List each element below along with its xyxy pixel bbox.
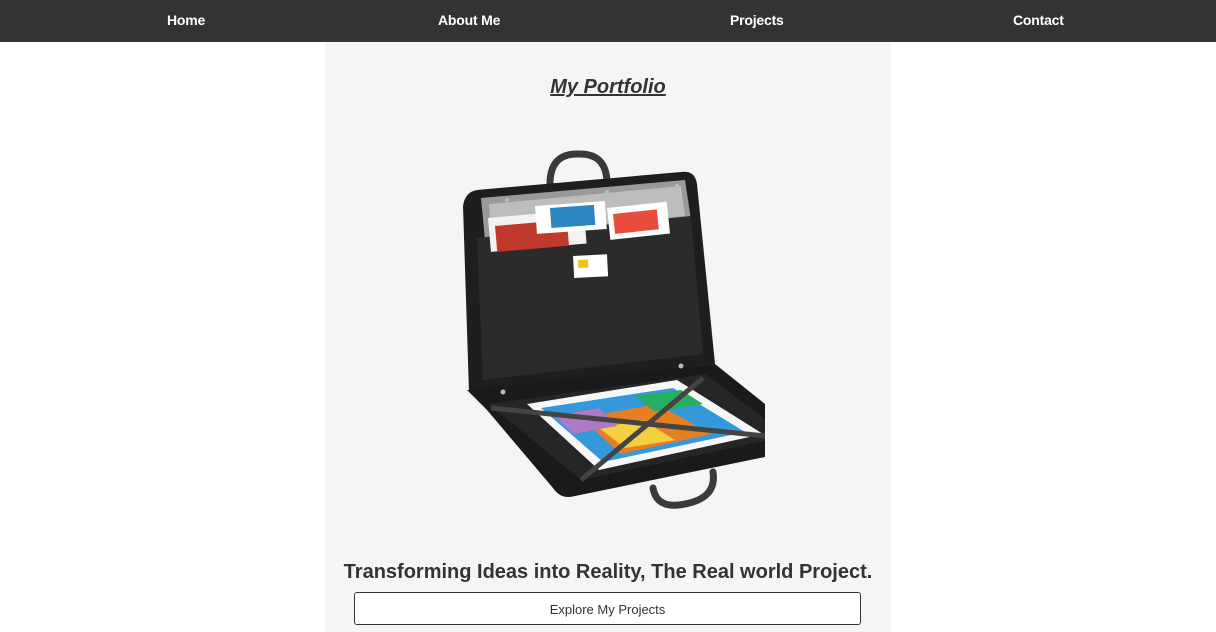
- nav-link-home[interactable]: Home: [167, 0, 205, 42]
- top-navbar: Home About Me Projects Contact: [0, 0, 1216, 42]
- page-title: My Portfolio: [550, 76, 666, 98]
- nav-link-contact[interactable]: Contact: [1013, 0, 1064, 42]
- nav-link-projects[interactable]: Projects: [730, 0, 784, 42]
- hero-tagline: Transforming Ideas into Reality, The Rea…: [343, 561, 873, 583]
- nav-link-about-me[interactable]: About Me: [438, 0, 500, 42]
- explore-projects-button[interactable]: Explore My Projects: [354, 592, 861, 625]
- hero-section: My Portfolio Transforming Ideas into Rea…: [325, 42, 891, 632]
- portfolio-case-image: [463, 150, 765, 509]
